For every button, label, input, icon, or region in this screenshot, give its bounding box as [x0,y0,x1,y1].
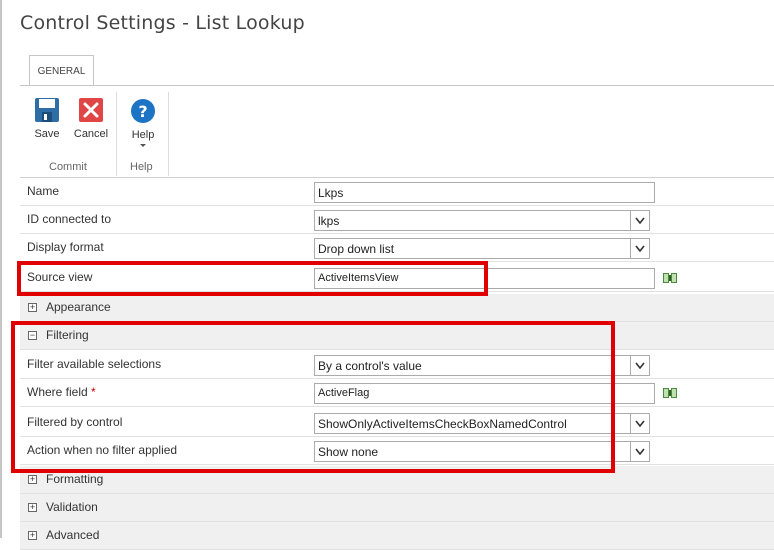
cancel-icon [79,98,103,122]
where-field-row: Where field * ActiveFlag [20,379,774,407]
filtered-by-select[interactable]: ShowOnlyActiveItemsCheckBoxNamedControl [314,413,650,434]
source-view-input[interactable]: ActiveItemsView [314,268,655,289]
section-formatting[interactable]: + Formatting [20,466,774,494]
section-validation-label: Validation [46,500,98,514]
chevron-down-icon[interactable] [630,442,649,461]
help-label: Help [131,129,155,141]
help-group-label: Help [130,161,153,173]
expand-icon[interactable]: + [28,475,37,484]
chevron-down-icon[interactable] [630,211,649,230]
expand-icon[interactable]: + [28,303,37,312]
chevron-down-icon[interactable] [630,414,649,433]
cancel-button[interactable]: Cancel [72,97,110,140]
chevron-down-icon[interactable] [630,239,649,258]
name-label: Name [27,184,60,198]
save-label: Save [34,128,60,140]
required-marker: * [91,385,96,399]
display-format-select[interactable]: Drop down list [314,238,650,259]
filter-available-label: Filter available selections [27,357,162,371]
id-connected-select[interactable]: lkps [314,210,650,231]
no-filter-action-row: Action when no filter applied Show none [20,437,774,465]
expand-icon[interactable]: + [28,503,37,512]
lookup-book-icon[interactable] [662,386,678,400]
where-field-label: Where field * [27,385,96,399]
chevron-down-icon [140,144,146,147]
no-filter-action-select[interactable]: Show none [314,441,650,462]
group-separator [116,92,117,176]
display-format-label: Display format [27,240,104,254]
section-appearance[interactable]: + Appearance [20,294,774,322]
dialog-title: Control Settings - List Lookup [20,12,305,34]
section-advanced[interactable]: + Advanced [20,522,774,550]
lookup-book-icon[interactable] [662,271,678,285]
window-left-edge [0,0,2,538]
section-filtering-label: Filtering [46,328,89,342]
filtered-by-row: Filtered by control ShowOnlyActiveItemsC… [20,409,774,437]
id-connected-value: lkps [318,214,340,228]
cancel-label: Cancel [73,128,109,140]
name-row: Name Lkps [20,178,774,206]
filter-available-value: By a control's value [318,359,422,373]
filter-available-row: Filter available selections By a control… [20,351,774,379]
expand-icon[interactable]: + [28,531,37,540]
filtered-by-label: Filtered by control [27,415,123,429]
id-connected-row: ID connected to lkps [20,206,774,234]
commit-group-label: Commit [49,161,87,173]
section-appearance-label: Appearance [46,300,111,314]
section-filtering[interactable]: − Filtering [20,322,774,350]
id-connected-label: ID connected to [27,212,112,226]
tab-general[interactable]: GENERAL [29,55,94,86]
no-filter-action-value: Show none [318,445,379,459]
section-advanced-label: Advanced [46,528,100,542]
collapse-icon[interactable]: − [28,331,37,340]
section-formatting-label: Formatting [46,472,104,486]
source-view-label: Source view [27,270,93,284]
help-icon: ? [131,99,155,123]
name-input[interactable]: Lkps [314,182,655,203]
section-validation[interactable]: + Validation [20,494,774,522]
save-button[interactable]: Save [33,97,61,140]
filtered-by-value: ShowOnlyActiveItemsCheckBoxNamedControl [318,417,567,431]
where-field-input[interactable]: ActiveFlag [314,383,655,404]
svg-text:?: ? [138,102,147,121]
chevron-down-icon[interactable] [630,356,649,375]
filter-available-select[interactable]: By a control's value [314,355,650,376]
help-button[interactable]: ? Help [128,98,158,149]
save-icon [35,98,59,122]
group-separator [168,92,169,176]
no-filter-action-label: Action when no filter applied [27,443,178,457]
source-view-row: Source view ActiveItemsView [20,264,774,292]
display-format-value: Drop down list [318,242,395,256]
display-format-row: Display format Drop down list [20,234,774,262]
